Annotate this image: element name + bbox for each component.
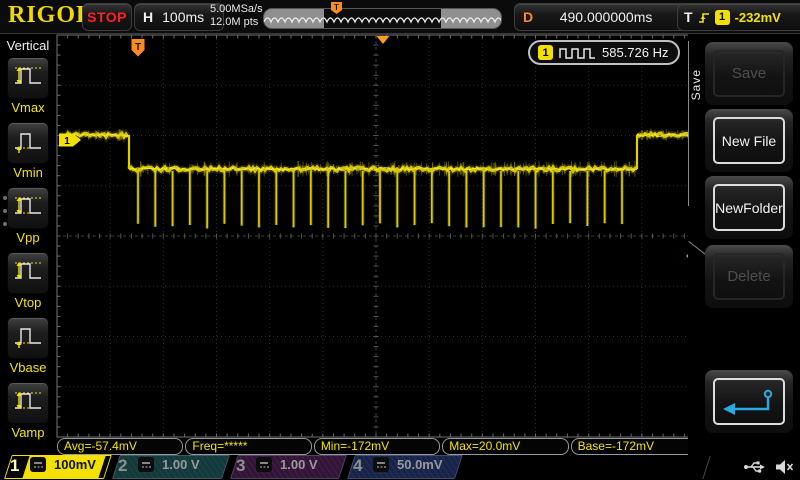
vpp-pulse-icon (12, 192, 44, 225)
menu-item-vmax[interactable]: Vmax (0, 57, 56, 119)
svg-text:1: 1 (64, 136, 70, 147)
ch1-waveform (58, 127, 695, 229)
softkey-new-file[interactable]: New File (705, 109, 793, 172)
measure-menu: Vertical Vmax Vmin Vpp Vtop Vbase Vamp (0, 33, 56, 455)
softkey-delete[interactable]: Delete (705, 245, 793, 308)
acquisition-info: 5.00MSa/s 12.0M pts (210, 3, 263, 29)
channel-2-button[interactable]: 2 1.00 V (112, 455, 230, 479)
freq-counter-value: 585.726 Hz (602, 45, 669, 60)
timebase-value: 100ms (162, 9, 205, 25)
vmax-pulse-icon (12, 62, 44, 95)
channel-number: 3 (236, 456, 246, 475)
channel-scale: 1.00 V (280, 457, 318, 472)
channel-number: 1 (10, 456, 20, 475)
softkey-new-folder[interactable]: NewFolder (705, 176, 793, 239)
measurement-max: Max=20.0mV (442, 438, 569, 455)
channel-bar: 1 100mV 2 1.00 V 3 1.00 V 4 50.0mV (0, 455, 800, 480)
measurement-avg: Avg=-57.4mV (57, 438, 184, 455)
softkey-back[interactable] (705, 370, 793, 433)
coupling-icon (373, 457, 389, 472)
coupling-icon (256, 457, 272, 472)
freq-counter-channel-badge: 1 (538, 45, 553, 60)
measure-menu-title: Vertical (6, 38, 50, 53)
horizontal-label: H (143, 9, 154, 25)
menu-item-vpp[interactable]: Vpp (0, 187, 56, 249)
vtop-pulse-icon (12, 257, 44, 290)
memory-depth: 12.0M pts (210, 16, 259, 28)
channel-3-button[interactable]: 3 1.00 V (230, 455, 347, 479)
menu-item-label: Vmin (13, 165, 43, 180)
delay-label: D (523, 9, 534, 25)
save-menu-tab: Save (688, 41, 704, 206)
save-menu-tab-title: Save (689, 69, 703, 101)
channel-scale: 50.0mV (397, 457, 443, 472)
sample-rate: 5.00MSa/s (210, 3, 263, 15)
channel-scale: 1.00 V (162, 457, 200, 472)
channel-scale: 100mV (54, 457, 96, 472)
trigger-level-value: -232mV (734, 9, 781, 25)
return-arrow-icon (723, 389, 773, 415)
channel-number: 2 (118, 456, 128, 475)
run-state-button[interactable]: STOP (82, 3, 132, 31)
menu-item-label: Vmax (11, 100, 45, 115)
svg-text:T: T (334, 3, 339, 12)
menu-item-vamp[interactable]: Vamp (0, 382, 56, 444)
freq-counter-badge: 1 585.726 Hz (528, 40, 680, 65)
measurement-freq: Freq=***** (185, 438, 312, 455)
divider (702, 456, 711, 479)
status-bar: RIGOL STOP H 100ms 5.00MSa/s 12.0M pts T… (0, 0, 800, 34)
menu-item-label: Vpp (16, 230, 40, 245)
memory-wave-icon (264, 17, 501, 24)
vamp-pulse-icon (12, 387, 44, 420)
menu-item-label: Vtop (14, 295, 42, 310)
oscilloscope-screen: T 1 T RIGOL STOP H 100ms 5.00MSa/s 12.0M p… (0, 0, 800, 480)
measurement-base: Base=-172mV (570, 438, 698, 455)
channel-number: 4 (353, 456, 363, 475)
delay-box[interactable]: D 490.000000ms (514, 3, 688, 31)
coupling-icon (138, 457, 154, 472)
save-menu: Save Save New File NewFolder Delete (688, 33, 800, 455)
channel-1-button[interactable]: 1 100mV (4, 455, 112, 479)
softkey-save[interactable]: Save (705, 42, 793, 105)
vmin-pulse-icon (12, 127, 44, 160)
delay-position-triangle[interactable] (376, 36, 390, 44)
measurement-bar: Avg=-57.4mV Freq=***** Min=-172mV Max=20… (57, 438, 698, 455)
rising-edge-icon (698, 12, 709, 23)
svg-text:T: T (135, 42, 141, 53)
vbase-pulse-icon (12, 322, 44, 355)
trigger-box[interactable]: T 1 -232mV (677, 3, 800, 31)
rigol-logo: RIGOL (8, 2, 94, 28)
menu-item-vmin[interactable]: Vmin (0, 122, 56, 184)
trigger-label: T (684, 9, 693, 25)
memory-trigger-flag-icon: T (331, 2, 342, 14)
menu-item-label: Vbase (9, 360, 47, 375)
channel-4-button[interactable]: 4 50.0mV (347, 455, 463, 479)
menu-page-dots (3, 196, 7, 226)
trigger-source-badge: 1 (714, 9, 730, 25)
measurement-min: Min=-172mV (313, 438, 441, 455)
speaker-muted-icon[interactable] (774, 458, 794, 476)
delay-value: 490.000000ms (559, 9, 653, 25)
waveform-display: T1T (56, 34, 700, 438)
menu-item-vtop[interactable]: Vtop (0, 252, 56, 314)
usb-icon (744, 461, 765, 473)
trigger-position-marker[interactable]: T (131, 39, 145, 57)
channel1-ground-marker[interactable]: 1 (59, 133, 81, 148)
square-wave-icon (559, 47, 595, 59)
coupling-icon (30, 457, 46, 472)
menu-item-label: Vamp (11, 425, 45, 440)
menu-item-vbase[interactable]: Vbase (0, 317, 56, 379)
memory-position-bar[interactable] (263, 8, 502, 29)
